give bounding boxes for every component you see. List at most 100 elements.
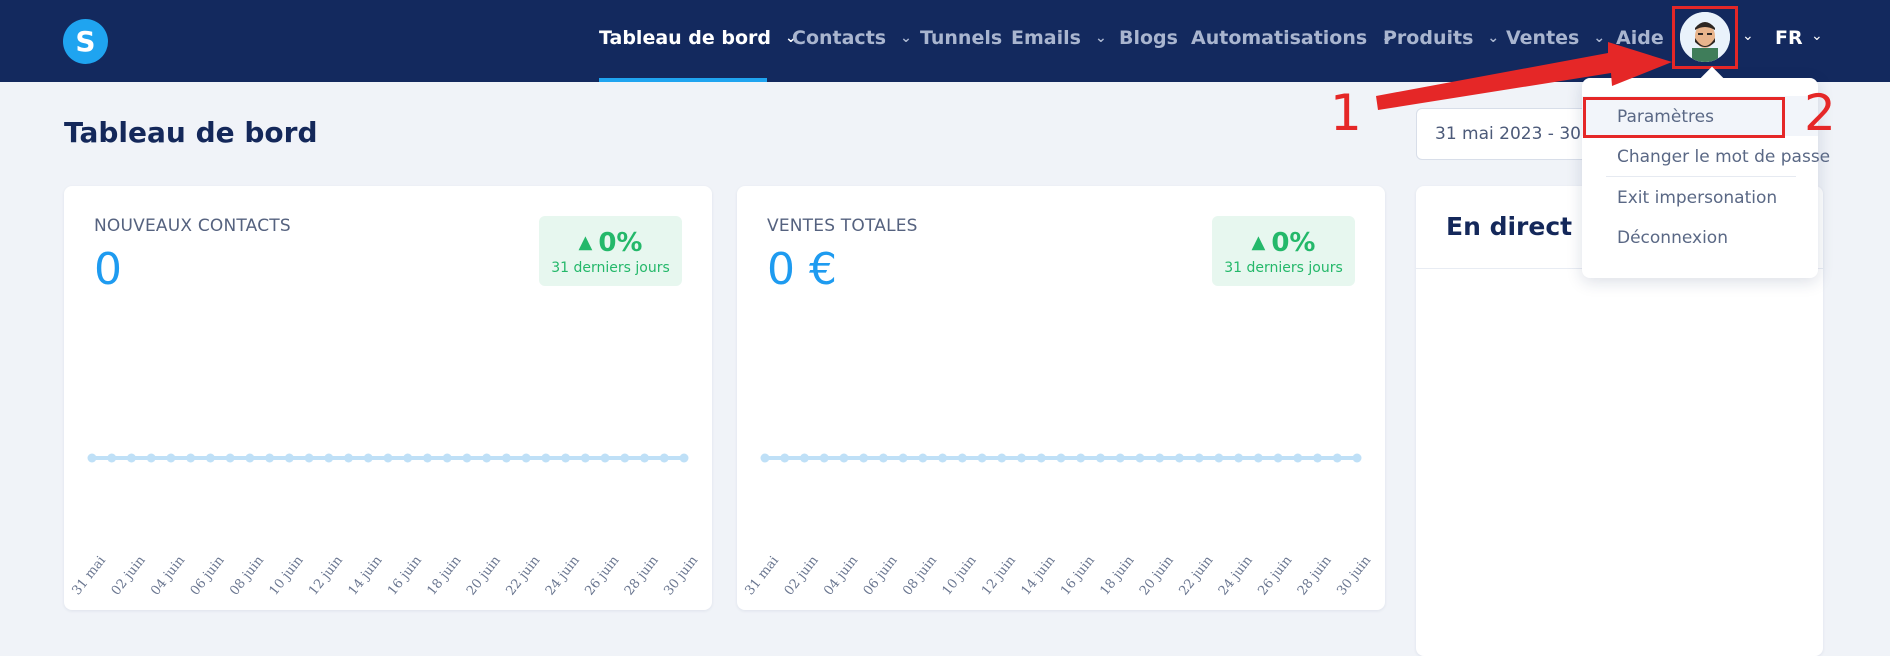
x-tick-label: 08 juin (900, 553, 940, 599)
card-label: NOUVEAUX CONTACTS (94, 216, 291, 236)
data-point (620, 453, 630, 463)
data-point (1194, 453, 1204, 463)
nav-item-blogs[interactable]: Blogs (1119, 27, 1178, 49)
x-tick-label: 10 juin (267, 553, 307, 599)
data-point (324, 453, 334, 463)
data-point (245, 453, 255, 463)
annotation-step-2: 2 (1804, 84, 1836, 142)
data-point (1135, 453, 1145, 463)
data-point (1214, 453, 1224, 463)
nav-item-tunnels[interactable]: Tunnels (920, 27, 1002, 49)
card-value: 0 (94, 244, 122, 295)
menu-divider (1606, 176, 1796, 177)
trend-period: 31 derniers jours (551, 260, 670, 276)
data-point (1056, 453, 1066, 463)
chevron-down-icon[interactable]: ⌄ (1742, 28, 1754, 44)
nav-item-tableau-de-bord[interactable]: Tableau de bord ⌄ (599, 27, 797, 49)
data-point (87, 453, 97, 463)
trend-badge: ▲ 0% 31 derniers jours (539, 216, 682, 286)
card-value: 0 € (767, 244, 837, 295)
menu-item-logout[interactable]: Déconnexion (1617, 228, 1728, 248)
data-point (403, 453, 413, 463)
nav-item-produits[interactable]: Produits ⌄ (1383, 27, 1499, 49)
data-point (878, 453, 888, 463)
main-nav: Tableau de bord ⌄ Contacts ⌄ Tunnels Email… (0, 0, 1890, 82)
data-point (1095, 453, 1105, 463)
data-point (679, 453, 689, 463)
trend-badge: ▲ 0% 31 derniers jours (1212, 216, 1355, 286)
x-tick-label: 14 juin (346, 553, 386, 599)
nav-item-label: Aide (1616, 27, 1664, 49)
x-tick-label: 22 juin (1176, 553, 1216, 599)
data-point (1352, 453, 1362, 463)
data-point (977, 453, 987, 463)
data-point (640, 453, 650, 463)
data-point (265, 453, 275, 463)
data-point (1036, 453, 1046, 463)
data-point (600, 453, 610, 463)
chevron-down-icon[interactable]: ⌄ (1811, 28, 1823, 44)
data-point (1017, 453, 1027, 463)
x-tick-label: 16 juin (385, 553, 425, 599)
x-tick-label: 18 juin (1097, 553, 1137, 599)
menu-item-exit-impersonation[interactable]: Exit impersonation (1617, 188, 1777, 208)
language-selector[interactable]: FR (1775, 27, 1803, 49)
menu-item-change-password[interactable]: Changer le mot de passe (1617, 147, 1830, 167)
page-title: Tableau de bord (64, 116, 318, 149)
x-tick-label: 06 juin (861, 553, 901, 599)
data-point (363, 453, 373, 463)
data-point (780, 453, 790, 463)
x-tick-label: 04 juin (821, 553, 861, 599)
data-point (501, 453, 511, 463)
x-tick-label: 12 juin (979, 553, 1019, 599)
contacts-line-chart: 31 mai 02 juin 04 juin 06 juin 08 juin 10 jui… (70, 453, 702, 599)
nav-item-emails[interactable]: Emails ⌄ (1011, 27, 1107, 49)
data-point (284, 453, 294, 463)
data-point (521, 453, 531, 463)
x-tick-label: 26 juin (1255, 553, 1295, 599)
nav-item-contacts[interactable]: Contacts ⌄ (792, 27, 912, 49)
live-title: En direct (1446, 212, 1573, 241)
data-point (462, 453, 472, 463)
nav-item-label: Blogs (1119, 27, 1178, 49)
x-tick-label: 22 juin (503, 553, 543, 599)
data-point (819, 453, 829, 463)
x-tick-label: 20 juin (464, 553, 504, 599)
data-point (997, 453, 1007, 463)
data-point (1293, 453, 1303, 463)
data-point (839, 453, 849, 463)
data-point (146, 453, 156, 463)
nav-item-label: Automatisations (1191, 27, 1368, 49)
nav-item-aide[interactable]: Aide (1616, 27, 1664, 49)
chevron-down-icon: ⌄ (1094, 30, 1107, 46)
data-point (859, 453, 869, 463)
x-tick-label: 02 juin (109, 553, 149, 599)
data-point (1253, 453, 1263, 463)
data-point (344, 453, 354, 463)
trend-period: 31 derniers jours (1224, 260, 1343, 276)
data-point (1313, 453, 1323, 463)
chevron-down-icon: ⌄ (900, 30, 912, 46)
nav-item-automatisations[interactable]: Automatisations ⌄ (1191, 27, 1393, 49)
data-point (1174, 453, 1184, 463)
nav-item-label: Produits (1383, 27, 1474, 49)
data-point (918, 453, 928, 463)
card-label: VENTES TOTALES (767, 216, 918, 236)
data-point (561, 453, 571, 463)
nav-item-label: Tunnels (920, 27, 1003, 49)
data-point (898, 453, 908, 463)
x-tick-label: 26 juin (582, 553, 622, 599)
nav-item-label: Tableau de bord (599, 27, 772, 49)
x-tick-label: 24 juin (543, 553, 583, 599)
chevron-down-icon: ⌄ (1487, 30, 1500, 46)
data-point (799, 453, 809, 463)
x-tick-label: 28 juin (622, 553, 662, 599)
x-tick-label: 04 juin (148, 553, 188, 599)
data-point (482, 453, 492, 463)
data-point (580, 453, 590, 463)
new-contacts-card: NOUVEAUX CONTACTS 0 ▲ 0% 31 derniers jour… (64, 186, 712, 610)
x-tick-label: 06 juin (188, 553, 228, 599)
nav-item-ventes[interactable]: Ventes ⌄ (1506, 27, 1605, 49)
x-tick-label: 14 juin (1019, 553, 1059, 599)
x-tick-label: 08 juin (227, 553, 267, 599)
